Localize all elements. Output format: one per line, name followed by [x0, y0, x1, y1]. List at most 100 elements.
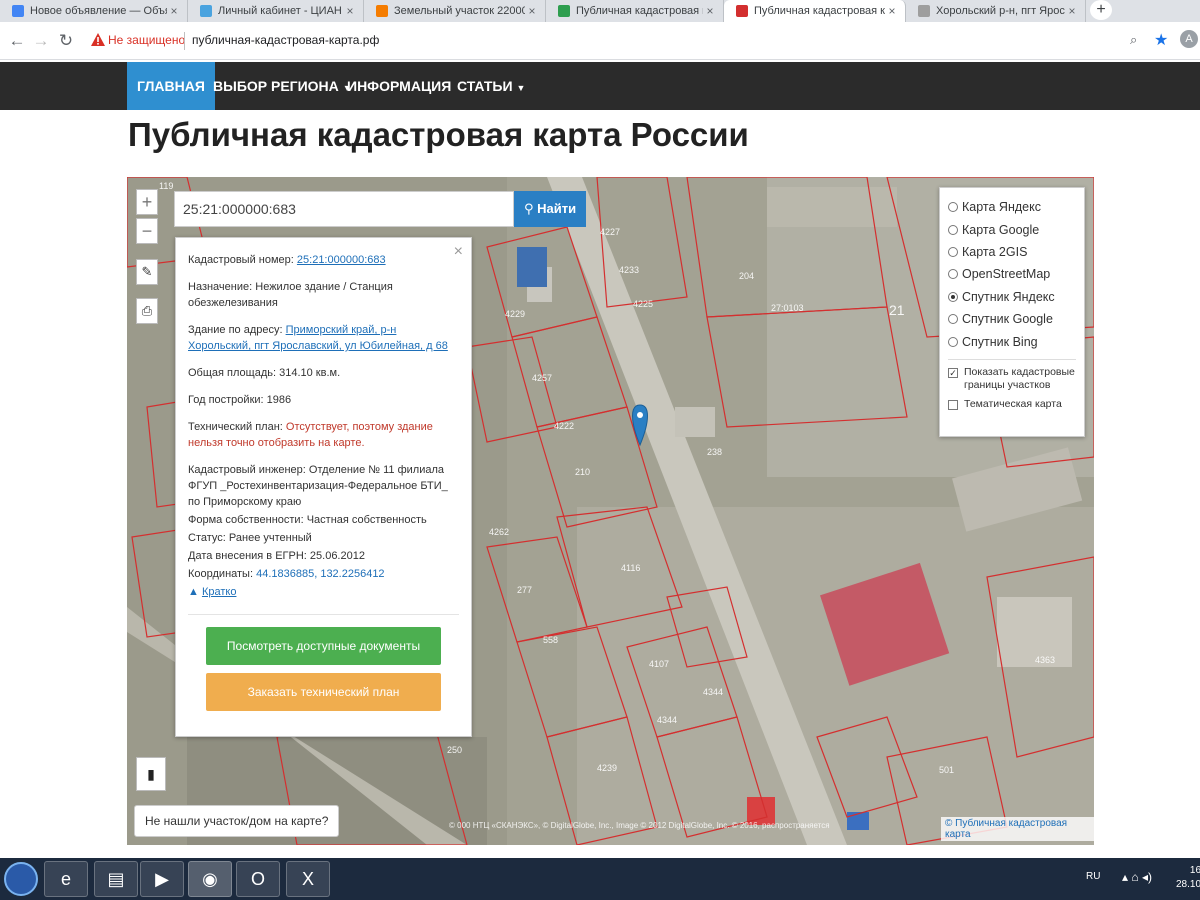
layer-switcher: Карта Яндекс Карта Google Карта 2GIS Ope…: [939, 187, 1085, 437]
tab-favicon-icon: [918, 5, 930, 17]
nav-item-info[interactable]: Информация: [337, 62, 461, 110]
parcel-label: 210: [575, 467, 590, 477]
collapse-label: Кратко: [201, 586, 237, 598]
new-tab-button[interactable]: +: [1090, 0, 1112, 20]
cadastral-map[interactable]: 119 4227 4233 204 4225 27:0103 21 4229 4…: [127, 177, 1094, 845]
close-icon[interactable]: ×: [703, 4, 717, 18]
year-value: 1986: [266, 394, 292, 406]
file-explorer-icon[interactable]: ▤: [94, 861, 138, 897]
ownership-label: Форма собственности:: [188, 514, 304, 526]
chrome-icon[interactable]: ◉: [188, 861, 232, 897]
bookmark-star-icon[interactable]: ★: [1154, 30, 1168, 50]
radio-button[interactable]: [948, 269, 958, 280]
back-arrow-icon[interactable]: ←: [6, 30, 28, 52]
browser-tab[interactable]: Личный кабинет - ЦИАН ×: [188, 0, 364, 22]
parcel-label: 250: [447, 745, 462, 755]
tab-favicon-icon: [736, 5, 748, 17]
print-icon[interactable]: ⎙: [136, 298, 158, 324]
layer-option[interactable]: Спутник Bing: [948, 330, 1084, 352]
radio-button[interactable]: [948, 336, 958, 347]
layer-option-selected[interactable]: Спутник Яндекс: [948, 286, 1084, 308]
profile-avatar[interactable]: A: [1180, 30, 1198, 48]
layer-option-label: OpenStreetMap: [962, 267, 1051, 282]
cadastral-search-input[interactable]: [174, 191, 514, 227]
tab-title: Новое объявление — Объяв: [30, 5, 167, 17]
year-label: Год постройки:: [188, 394, 264, 406]
area-label: Общая площадь:: [188, 367, 277, 379]
security-label[interactable]: Не защищено: [108, 33, 185, 47]
internet-explorer-icon[interactable]: e: [44, 861, 88, 897]
excel-icon[interactable]: X: [286, 861, 330, 897]
address-bar[interactable]: Не защищено публичная-кадастровая-карта.…: [84, 28, 1174, 54]
close-icon[interactable]: ×: [1065, 4, 1079, 18]
close-icon[interactable]: ×: [167, 4, 181, 18]
layer-option[interactable]: OpenStreetMap: [948, 263, 1084, 285]
layer-option[interactable]: Спутник Google: [948, 308, 1084, 330]
start-button[interactable]: [4, 862, 38, 896]
zoom-out-button[interactable]: −: [136, 218, 158, 244]
order-techplan-button[interactable]: Заказать технический план: [206, 673, 441, 711]
tab-title: Хорольский р-н, пгт Ярославс: [936, 5, 1065, 17]
close-icon[interactable]: ×: [885, 4, 899, 18]
layer-option[interactable]: Карта Яндекс: [948, 196, 1084, 218]
tab-title: Публичная кадастровая карта: [754, 5, 885, 17]
reload-icon[interactable]: ↻: [55, 30, 77, 52]
layer-option[interactable]: Карта Google: [948, 218, 1084, 240]
browser-tab[interactable]: Публичная кадастровая карта ×: [546, 0, 724, 22]
view-documents-button[interactable]: Посмотреть доступные документы: [206, 627, 441, 665]
clock[interactable]: 16:0 28.10.2: [1176, 864, 1200, 892]
tab-favicon-icon: [200, 5, 212, 17]
zoom-in-button[interactable]: +: [136, 189, 158, 215]
status-value: Ранее учтенный: [228, 532, 312, 544]
triangle-up-icon: ▲: [188, 586, 199, 598]
checkbox[interactable]: [948, 399, 958, 410]
windows-taskbar: e ▤ ▶ ◉ O X RU ▴ ⌂ ◂) 16:0 28.10.2: [0, 858, 1200, 900]
radio-button[interactable]: [948, 314, 958, 325]
parcel-label: 27:0103: [771, 303, 804, 313]
nav-item-home[interactable]: Главная: [127, 62, 215, 110]
url-text[interactable]: публичная-кадастровая-карта.рф: [192, 33, 379, 47]
cadastral-number-link[interactable]: 25:21:000000:683: [297, 254, 386, 266]
chevron-down-icon: ▼: [516, 83, 526, 93]
address-divider: [184, 32, 185, 50]
close-icon[interactable]: ×: [454, 244, 463, 260]
browser-tab[interactable]: Хорольский р-н, пгт Ярославс ×: [906, 0, 1086, 22]
layer-option[interactable]: Карта 2GIS: [948, 241, 1084, 263]
parcel-label: 4107: [649, 659, 669, 669]
browser-tab[interactable]: Земельный участок 22000 кв ×: [364, 0, 546, 22]
ruler-icon[interactable]: ✎: [136, 259, 158, 285]
search-button[interactable]: ⚲ Найти: [514, 191, 586, 227]
parcel-label: 4262: [489, 527, 509, 537]
close-icon[interactable]: ×: [343, 4, 357, 18]
radio-button[interactable]: [948, 202, 958, 213]
radio-button-selected[interactable]: [948, 291, 958, 302]
parcel-label: 4116: [621, 563, 640, 573]
legend-book-icon[interactable]: ▮: [136, 757, 166, 791]
media-player-icon[interactable]: ▶: [140, 861, 184, 897]
coords-value[interactable]: 44.1836885, 132.2256412: [256, 568, 384, 580]
parcel-label: 4225: [633, 299, 653, 309]
browser-tab[interactable]: Новое объявление — Объяв ×: [0, 0, 188, 22]
forward-arrow-icon[interactable]: →: [30, 30, 52, 52]
browser-toolbar: ← → ↻ Не защищено публичная-кадастровая-…: [0, 22, 1200, 60]
not-found-help-button[interactable]: Не нашли участок/дом на карте?: [134, 805, 340, 837]
outlook-icon[interactable]: O: [236, 861, 280, 897]
date-value: 25.06.2012: [309, 550, 365, 562]
layer-option-label: Спутник Яндекс: [962, 289, 1055, 304]
collapse-link[interactable]: ▲ Кратко: [188, 584, 459, 600]
system-tray-icons[interactable]: ▴ ⌂ ◂): [1122, 870, 1152, 884]
checkbox-checked[interactable]: ✓: [948, 367, 958, 378]
browser-tab-active[interactable]: Публичная кадастровая карта ×: [724, 0, 906, 22]
nav-item-articles[interactable]: Статьи ▼: [447, 62, 535, 110]
thematic-map-option[interactable]: Тематическая карта: [948, 398, 1084, 411]
radio-button[interactable]: [948, 224, 958, 235]
show-borders-option[interactable]: ✓ Показать кадастровые границы участков: [948, 366, 1084, 392]
radio-button[interactable]: [948, 246, 958, 257]
language-indicator[interactable]: RU: [1086, 871, 1100, 882]
close-icon[interactable]: ×: [525, 4, 539, 18]
parcel-label: 4227: [600, 227, 620, 237]
tab-title: Земельный участок 22000 кв: [394, 5, 525, 17]
address-label: Здание по адресу:: [188, 324, 283, 336]
zoom-icon[interactable]: ⌕: [1130, 32, 1137, 48]
map-credit-link[interactable]: © Публичная кадастровая карта: [941, 817, 1094, 841]
